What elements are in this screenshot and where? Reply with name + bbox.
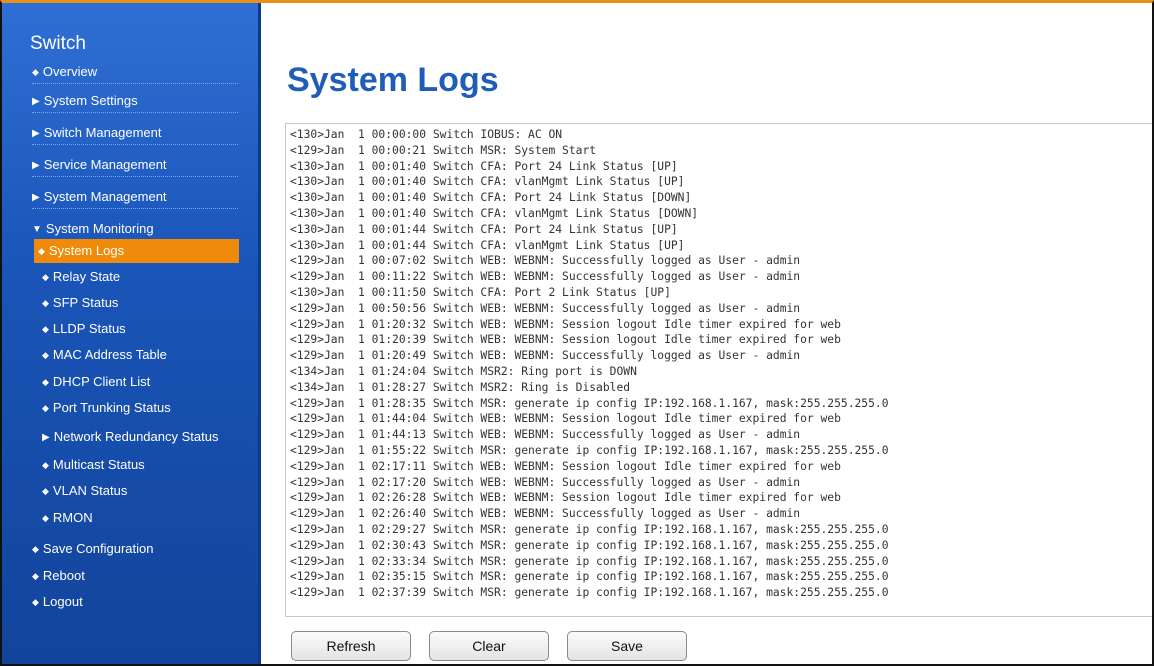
log-textarea[interactable]: <130>Jan 1 00:00:00 Switch IOBUS: AC ON … (285, 123, 1152, 617)
nav-label: Network Redundancy Status (53, 429, 219, 444)
nav-label: VLAN Status (52, 483, 128, 498)
log-line: <130>Jan 1 00:00:00 Switch IOBUS: AC ON (290, 128, 563, 141)
log-line: <129>Jan 1 01:20:49 Switch WEB: WEBNM: S… (290, 349, 801, 363)
bullet-icon: ◆ (42, 272, 49, 282)
nav-logout[interactable]: ◆ Logout (32, 591, 238, 613)
nav-label: MAC Address Table (52, 347, 167, 362)
nav-system-settings[interactable]: ▶ System Settings (32, 90, 238, 113)
nav-sfp-status[interactable]: ◆ SFP Status (36, 292, 238, 314)
log-line: <129>Jan 1 02:33:34 Switch MSR: generate… (290, 554, 889, 568)
nav-label: Multicast Status (52, 457, 145, 472)
log-line: <130>Jan 1 00:11:50 Switch CFA: Port 2 L… (290, 285, 671, 299)
log-line: <129>Jan 1 01:44:13 Switch WEB: WEBNM: S… (290, 428, 801, 442)
nav-dhcp-client-list[interactable]: ◆ DHCP Client List (36, 371, 238, 393)
page-title: System Logs (287, 61, 499, 99)
log-line: <130>Jan 1 00:01:40 Switch CFA: Port 24 … (290, 191, 692, 205)
nav-port-trunking-status[interactable]: ◆ Port Trunking Status (36, 397, 238, 419)
nav-relay-state[interactable]: ◆ Relay State (36, 266, 238, 288)
nav-label: System Monitoring (45, 221, 154, 236)
log-line: <129>Jan 1 02:17:20 Switch WEB: WEBNM: S… (290, 475, 801, 489)
brand-title: Switch (30, 33, 86, 54)
triangle-right-icon: ▶ (32, 128, 40, 139)
clear-button[interactable]: Clear (429, 631, 549, 661)
log-line: <129>Jan 1 00:50:56 Switch WEB: WEBNM: S… (290, 301, 801, 315)
log-line: <134>Jan 1 01:28:27 Switch MSR2: Ring is… (290, 380, 631, 394)
triangle-right-icon: ▶ (32, 192, 40, 203)
bullet-icon: ◆ (32, 67, 39, 77)
nav-multicast-status[interactable]: ◆ Multicast Status (36, 454, 238, 476)
log-line: <129>Jan 1 00:07:02 Switch WEB: WEBNM: S… (290, 254, 801, 268)
bullet-icon: ◆ (42, 377, 49, 387)
nav-mac-address-table[interactable]: ◆ MAC Address Table (36, 344, 238, 366)
nav-label: Logout (42, 594, 83, 609)
bullet-icon: ◆ (42, 298, 49, 308)
nav-label: RMON (52, 510, 93, 525)
nav-label: Overview (42, 64, 98, 79)
log-line: <130>Jan 1 00:01:44 Switch CFA: vlanMgmt… (290, 238, 685, 252)
bullet-icon: ◆ (32, 597, 39, 607)
nav-label: System Management (43, 189, 167, 204)
nav-switch-management[interactable]: ▶ Switch Management (32, 122, 238, 145)
nav-reboot[interactable]: ◆ Reboot (32, 565, 238, 587)
sidebar: Switch ◆ Overview ▶ System Settings ▶ Switc… (2, 3, 261, 664)
nav-rmon[interactable]: ◆ RMON (36, 507, 238, 529)
log-line: <129>Jan 1 02:35:15 Switch MSR: generate… (290, 570, 889, 584)
nav-system-monitoring[interactable]: ▼ System Monitoring (32, 218, 238, 240)
nav-label: Reboot (42, 568, 85, 583)
log-line: <130>Jan 1 00:01:40 Switch CFA: Port 24 … (290, 159, 678, 173)
nav-service-management[interactable]: ▶ Service Management (32, 154, 238, 177)
log-line: <129>Jan 1 01:20:32 Switch WEB: WEBNM: S… (290, 317, 841, 331)
triangle-down-icon: ▼ (32, 224, 42, 235)
main-content: System Logs <130>Jan 1 00:00:00 Switch I… (261, 3, 1152, 664)
log-line: <129>Jan 1 02:17:11 Switch WEB: WEBNM: S… (290, 459, 841, 473)
app-window: Switch ◆ Overview ▶ System Settings ▶ Switc… (0, 0, 1154, 666)
log-line: <130>Jan 1 00:01:40 Switch CFA: vlanMgmt… (290, 206, 699, 220)
refresh-button[interactable]: Refresh (291, 631, 411, 661)
triangle-right-icon: ▶ (42, 432, 50, 443)
nav-label: Port Trunking Status (52, 400, 171, 415)
nav-vlan-status[interactable]: ◆ VLAN Status (36, 480, 238, 502)
nav-label: Save Configuration (42, 541, 154, 556)
nav-label: System Logs (48, 243, 125, 258)
nav-label: Relay State (52, 269, 121, 284)
log-line: <129>Jan 1 01:28:35 Switch MSR: generate… (290, 396, 889, 410)
bullet-icon: ◆ (42, 513, 49, 523)
save-button[interactable]: Save (567, 631, 687, 661)
nav-label: SFP Status (52, 295, 119, 310)
nav-overview[interactable]: ◆ Overview (32, 61, 238, 84)
log-line: <129>Jan 1 02:37:39 Switch MSR: generate… (290, 586, 889, 600)
nav-lldp-status[interactable]: ◆ LLDP Status (36, 318, 238, 340)
nav-network-redundancy-status[interactable]: ▶ Network Redundancy Status (36, 426, 238, 448)
log-line: <130>Jan 1 00:01:40 Switch CFA: vlanMgmt… (290, 175, 685, 189)
nav-label: Switch Management (43, 125, 162, 140)
nav-label: LLDP Status (52, 321, 126, 336)
log-line: <129>Jan 1 02:26:40 Switch WEB: WEBNM: S… (290, 507, 801, 521)
triangle-right-icon: ▶ (32, 160, 40, 171)
log-line: <129>Jan 1 01:44:04 Switch WEB: WEBNM: S… (290, 412, 841, 426)
log-line: <130>Jan 1 00:01:44 Switch CFA: Port 24 … (290, 222, 678, 236)
bullet-icon: ◆ (42, 460, 49, 470)
nav-label: Service Management (43, 157, 167, 172)
bullet-icon: ◆ (42, 350, 49, 360)
log-line: <129>Jan 1 01:20:39 Switch WEB: WEBNM: S… (290, 333, 841, 347)
log-line: <134>Jan 1 01:24:04 Switch MSR2: Ring po… (290, 364, 637, 378)
log-line: <129>Jan 1 00:11:22 Switch WEB: WEBNM: S… (290, 270, 801, 284)
triangle-right-icon: ▶ (32, 96, 40, 107)
nav-system-management[interactable]: ▶ System Management (32, 186, 238, 209)
bullet-icon: ◆ (42, 403, 49, 413)
log-line: <129>Jan 1 02:30:43 Switch MSR: generate… (290, 538, 889, 552)
log-line: <129>Jan 1 01:55:22 Switch MSR: generate… (290, 443, 889, 457)
bullet-icon: ◆ (42, 486, 49, 496)
bullet-icon: ◆ (32, 571, 39, 581)
nav-system-logs[interactable]: ◆ System Logs (34, 239, 239, 263)
nav-label: DHCP Client List (52, 374, 151, 389)
nav-label: System Settings (43, 93, 138, 108)
log-line: <129>Jan 1 02:26:28 Switch WEB: WEBNM: S… (290, 491, 841, 505)
log-line: <129>Jan 1 00:00:21 Switch MSR: System S… (290, 143, 597, 157)
bullet-icon: ◆ (42, 324, 49, 334)
log-line: <129>Jan 1 02:29:27 Switch MSR: generate… (290, 522, 889, 536)
bullet-icon: ◆ (38, 246, 45, 256)
nav-save-configuration[interactable]: ◆ Save Configuration (32, 538, 238, 560)
bullet-icon: ◆ (32, 544, 39, 554)
